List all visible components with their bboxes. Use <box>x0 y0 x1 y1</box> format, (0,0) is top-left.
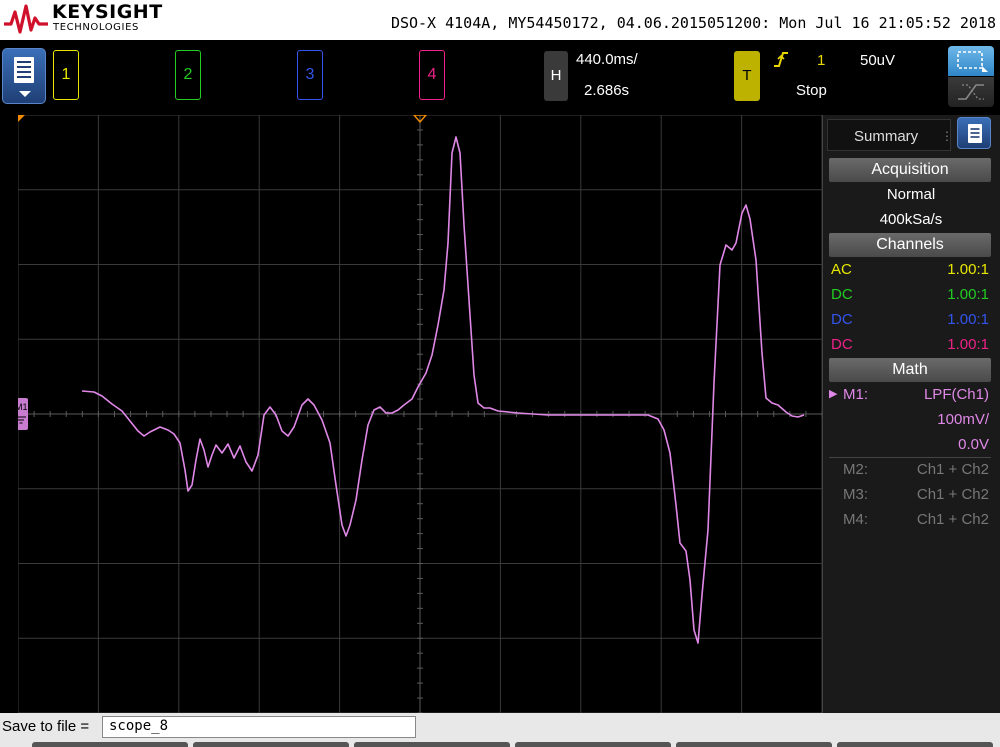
m3-name: M3: <box>843 486 869 503</box>
divider <box>829 457 991 458</box>
softkey-2[interactable] <box>193 742 349 747</box>
m4-function: Ch1 + Ch2 <box>916 511 989 528</box>
channel-1-button[interactable]: 1 <box>53 50 79 100</box>
brand-name: KEYSIGHT <box>52 1 163 23</box>
ch3-coupling: DC <box>831 311 853 328</box>
horizontal-position-value: 2.686s <box>584 82 630 99</box>
waveform-display[interactable]: M1 <box>18 115 822 713</box>
math-header[interactable]: Math <box>829 358 991 382</box>
ch4-probe: 1.00:1 <box>947 336 989 353</box>
ch1-probe: 1.00:1 <box>947 261 989 278</box>
ch2-coupling: DC <box>831 286 853 303</box>
channels-header[interactable]: Channels <box>829 233 991 257</box>
rising-edge-icon <box>774 52 788 67</box>
m1-marker-label: M1 <box>18 402 28 412</box>
m1-scale: 100mV/ <box>937 411 989 428</box>
save-to-file-label: Save to file = <box>2 718 90 735</box>
m1-selected-arrow-icon: ▶ <box>829 388 838 400</box>
m3-function: Ch1 + Ch2 <box>916 486 989 503</box>
m1-ground-marker: M1 <box>18 398 28 430</box>
acquisition-mode: Normal <box>886 186 936 203</box>
panel-menu-icon <box>968 124 982 143</box>
channel-2-button[interactable]: 2 <box>175 50 201 100</box>
timebase-value: 440.0ms/ <box>576 51 638 68</box>
ch4-coupling: DC <box>831 336 853 353</box>
softkey-5[interactable] <box>676 742 832 747</box>
trigger-button[interactable]: T <box>734 51 760 101</box>
acquisition-header[interactable]: Acquisition <box>829 158 991 182</box>
zoom-box-icon <box>957 51 988 72</box>
m1-offset: 0.0V <box>958 436 989 453</box>
zoom-button[interactable] <box>948 46 994 76</box>
slope-icon <box>958 84 984 100</box>
instrument-info: DSO-X 4104A, MY54450172, 04.06.201505120… <box>390 14 996 32</box>
title-bar: KEYSIGHT TECHNOLOGIES DSO-X 4104A, MY544… <box>0 0 1000 40</box>
m4-name: M4: <box>843 511 869 528</box>
softkey-4[interactable] <box>515 742 671 747</box>
run-status: Stop <box>796 82 827 99</box>
main-menu-button[interactable] <box>2 48 46 104</box>
summary-tab-label: Summary <box>854 128 919 145</box>
panel-menu-button[interactable] <box>957 117 991 149</box>
menu-icon <box>14 57 34 97</box>
filename-field[interactable]: scope_8 <box>102 716 416 738</box>
channel-4-button[interactable]: 4 <box>419 50 445 100</box>
ch2-probe: 1.00:1 <box>947 286 989 303</box>
sample-rate: 400kSa/s <box>879 211 943 228</box>
waveform-mode-button[interactable] <box>948 77 994 107</box>
save-bar: Save to file = scope_8 <box>0 713 1000 747</box>
trigger-source: 1 <box>817 52 826 69</box>
horizontal-button[interactable]: H <box>544 51 568 101</box>
control-bar: 1 2 3 4 H 440.0ms/ 2.686s T 1 50uV Stop <box>0 40 1000 114</box>
ch3-probe: 1.00:1 <box>947 311 989 328</box>
keysight-logo-icon <box>4 4 48 34</box>
trigger-level: 50uV <box>860 52 896 69</box>
softkey-3[interactable] <box>354 742 510 747</box>
softkey-1[interactable] <box>32 742 188 747</box>
m2-function: Ch1 + Ch2 <box>916 461 989 478</box>
summary-tab[interactable]: Summary ⋮⋮ <box>827 119 965 151</box>
m1-name: M1: <box>843 386 869 403</box>
m1-function: LPF(Ch1) <box>923 386 989 403</box>
softkey-6[interactable] <box>837 742 993 747</box>
channel-3-button[interactable]: 3 <box>297 50 323 100</box>
ch1-coupling: AC <box>831 261 852 278</box>
summary-panel: Summary ⋮⋮ Acquisition Normal 400kSa/s C… <box>822 115 1000 713</box>
brand-subtitle: TECHNOLOGIES <box>53 22 139 33</box>
m2-name: M2: <box>843 461 869 478</box>
